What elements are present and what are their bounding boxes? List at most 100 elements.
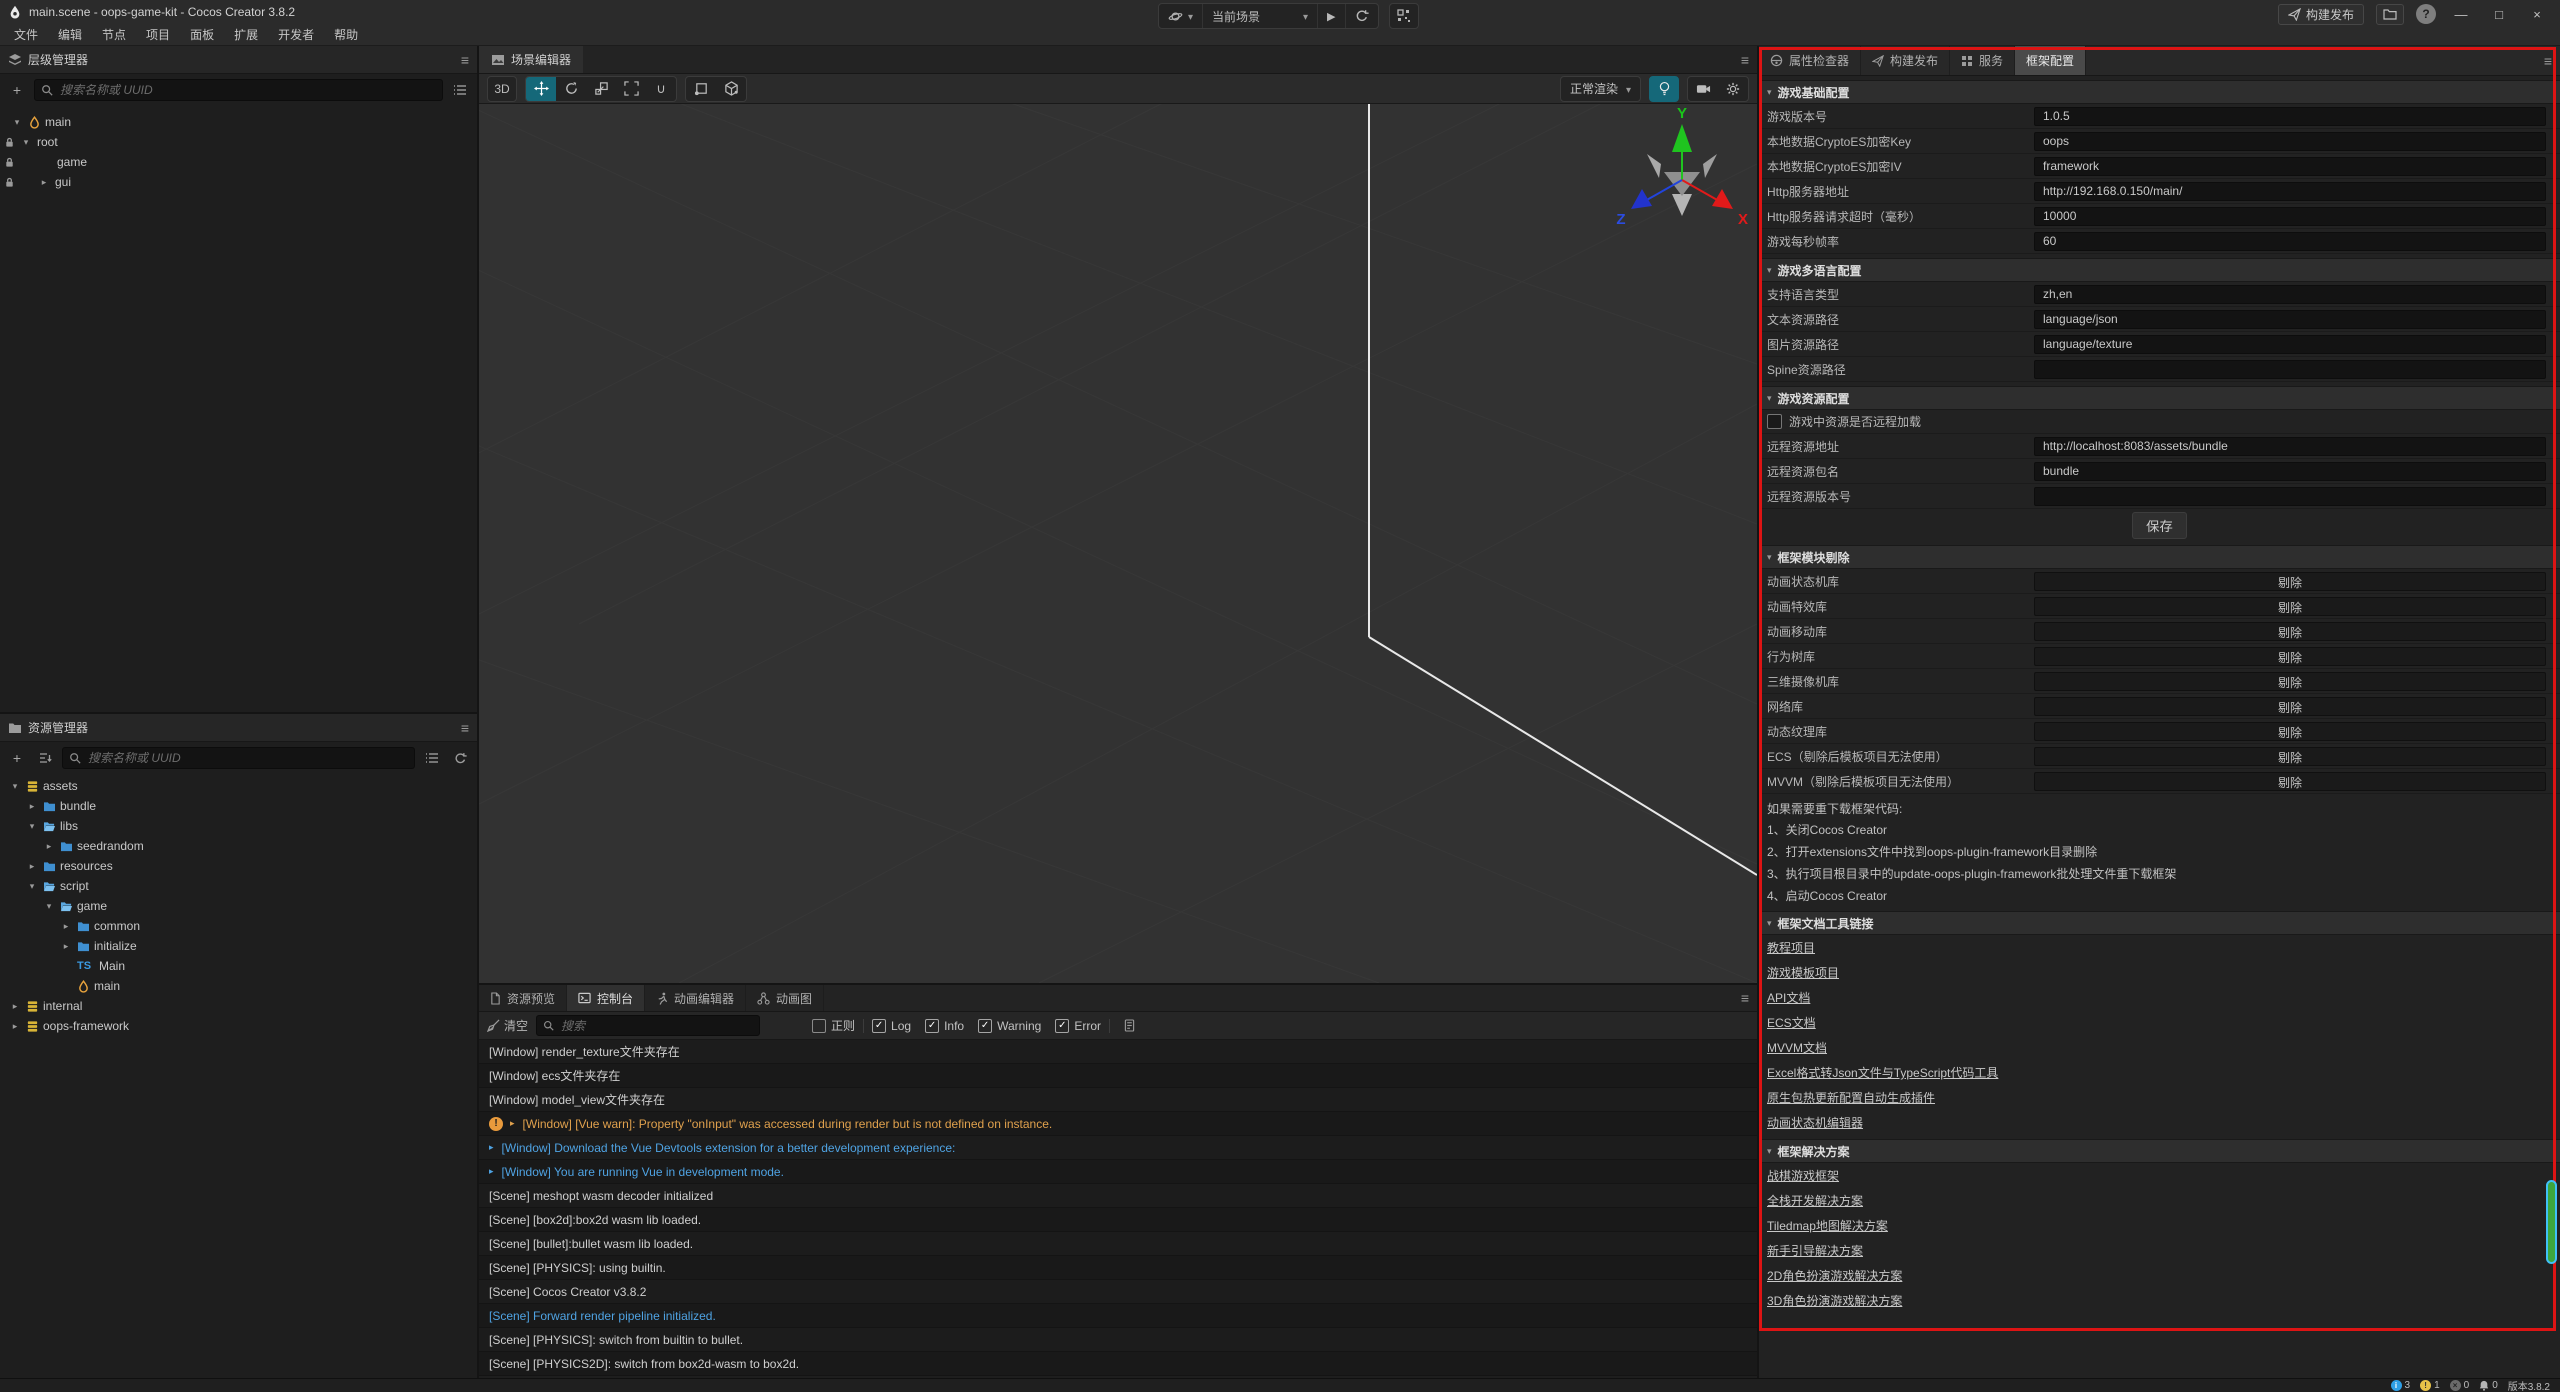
- status-warning[interactable]: ! 1: [2420, 1380, 2440, 1391]
- tab-animation-graph[interactable]: 动画图: [746, 985, 824, 1011]
- tree-node-game[interactable]: game: [0, 152, 477, 172]
- panel-menu-icon[interactable]: [461, 720, 469, 736]
- remove-module-button[interactable]: 剔除: [2034, 772, 2546, 791]
- chevron-right-icon[interactable]: [59, 921, 73, 932]
- asset-node-script[interactable]: script: [0, 876, 477, 896]
- section-solutions[interactable]: 框架解决方案: [1759, 1139, 2560, 1163]
- chevron-down-icon[interactable]: [10, 117, 24, 128]
- asset-node-oops-framework[interactable]: oops-framework: [0, 1016, 477, 1036]
- crypto-key-input[interactable]: [2034, 132, 2546, 151]
- tab-animation-editor[interactable]: 动画编辑器: [645, 985, 746, 1011]
- log-filter-checkbox[interactable]: Info: [925, 1019, 964, 1033]
- log-row[interactable]: [Window] ecs文件夹存在: [479, 1064, 1757, 1088]
- tree-node-root[interactable]: root: [0, 132, 477, 152]
- menu-item[interactable]: 扩展: [224, 24, 268, 46]
- inspector-scrollbar-thumb[interactable]: [2546, 1180, 2557, 1264]
- section-modules[interactable]: 框架模块剔除: [1759, 545, 2560, 569]
- panel-menu-icon[interactable]: [1741, 52, 1757, 68]
- log-row[interactable]: [Scene] [PHYSICS]: using builtin.: [479, 1256, 1757, 1280]
- solution-link[interactable]: Tiledmap地图解决方案: [1767, 1217, 1888, 1234]
- build-publish-button[interactable]: 构建发布: [2278, 4, 2364, 25]
- log-filter-checkbox[interactable]: Warning: [978, 1019, 1041, 1033]
- console-search-input[interactable]: [559, 1018, 753, 1034]
- status-notifications[interactable]: 0: [2479, 1380, 2498, 1391]
- solution-link[interactable]: 3D角色扮演游戏解决方案: [1767, 1292, 1902, 1309]
- doc-link[interactable]: 原生包热更新配置自动生成插件: [1767, 1089, 1935, 1106]
- chevron-right-icon[interactable]: [25, 801, 39, 812]
- asset-node-seedrandom[interactable]: seedrandom: [0, 836, 477, 856]
- chevron-right-icon[interactable]: [25, 861, 39, 872]
- section-game-basic[interactable]: 游戏基础配置: [1759, 80, 2560, 104]
- remove-module-button[interactable]: 剔除: [2034, 597, 2546, 616]
- chevron-right-icon[interactable]: [59, 941, 73, 952]
- http-timeout-input[interactable]: [2034, 207, 2546, 226]
- menu-item[interactable]: 项目: [136, 24, 180, 46]
- asset-node-bundle[interactable]: bundle: [0, 796, 477, 816]
- tab-console[interactable]: 控制台: [567, 985, 645, 1011]
- close-button[interactable]: ×: [2524, 7, 2550, 22]
- hierarchy-search-input[interactable]: [58, 82, 436, 98]
- doc-link[interactable]: ECS文档: [1767, 1014, 1816, 1031]
- gear-icon[interactable]: [1718, 77, 1748, 101]
- status-error[interactable]: × 0: [2450, 1380, 2470, 1391]
- asset-node-common[interactable]: common: [0, 916, 477, 936]
- 3d-2d-toggle[interactable]: 3D: [487, 76, 517, 102]
- log-row[interactable]: ! [Window] [Vue warn]: Property "onInput…: [479, 1112, 1757, 1136]
- solution-link[interactable]: 全栈开发解决方案: [1767, 1192, 1863, 1209]
- doc-link[interactable]: 游戏模板项目: [1767, 964, 1839, 981]
- asset-node-resources[interactable]: resources: [0, 856, 477, 876]
- rotate-tool-button[interactable]: [556, 77, 586, 101]
- filter-icon[interactable]: [449, 80, 471, 100]
- chevron-right-icon[interactable]: [8, 1021, 22, 1032]
- languages-input[interactable]: [2034, 285, 2546, 304]
- tab-asset-preview[interactable]: 资源预览: [479, 985, 567, 1011]
- regex-checkbox[interactable]: 正则: [812, 1017, 855, 1034]
- asset-node-assets[interactable]: assets: [0, 776, 477, 796]
- asset-node-initialize[interactable]: initialize: [0, 936, 477, 956]
- remove-module-button[interactable]: 剔除: [2034, 647, 2546, 666]
- camera-button[interactable]: [1688, 77, 1718, 101]
- filter-icon[interactable]: [421, 748, 443, 768]
- preview-on-device-button[interactable]: [1389, 3, 1419, 29]
- fps-input[interactable]: [2034, 232, 2546, 251]
- remote-version-input[interactable]: [2034, 487, 2546, 506]
- log-filter-checkbox[interactable]: Error: [1055, 1019, 1101, 1033]
- remove-module-button[interactable]: 剔除: [2034, 747, 2546, 766]
- spine-path-input[interactable]: [2034, 360, 2546, 379]
- solution-link[interactable]: 2D角色扮演游戏解决方案: [1767, 1267, 1902, 1284]
- refresh-icon[interactable]: [449, 748, 471, 768]
- asset-node-internal[interactable]: internal: [0, 996, 477, 1016]
- panel-menu-icon[interactable]: [1741, 990, 1757, 1006]
- chevron-down-icon[interactable]: [19, 137, 33, 148]
- open-log-file-icon[interactable]: [1118, 1016, 1140, 1036]
- tab-property-inspector[interactable]: 属性检查器: [1759, 46, 1861, 75]
- solution-link[interactable]: 新手引导解决方案: [1767, 1242, 1863, 1259]
- status-info[interactable]: i 3: [2391, 1380, 2411, 1391]
- clear-console-button[interactable]: 清空: [487, 1017, 528, 1034]
- log-row[interactable]: [Scene] [PHYSICS]: switch from builtin t…: [479, 1328, 1757, 1352]
- move-tool-button[interactable]: [526, 77, 556, 101]
- create-asset-button[interactable]: [6, 748, 28, 768]
- tab-build-publish[interactable]: 构建发布: [1861, 46, 1950, 75]
- preview-platform-select[interactable]: [1159, 4, 1203, 28]
- help-button[interactable]: ?: [2416, 4, 2436, 24]
- log-row[interactable]: [Scene] [box2d]:box2d wasm lib loaded.: [479, 1208, 1757, 1232]
- log-row[interactable]: [Scene] Forward render pipeline initiali…: [479, 1304, 1757, 1328]
- menu-item[interactable]: 开发者: [268, 24, 324, 46]
- expand-chevron-icon[interactable]: [510, 1118, 515, 1129]
- game-version-input[interactable]: [2034, 107, 2546, 126]
- chevron-down-icon[interactable]: [25, 881, 39, 892]
- doc-link[interactable]: 教程项目: [1767, 939, 1815, 956]
- chevron-down-icon[interactable]: [42, 901, 56, 912]
- tree-node-main[interactable]: main: [0, 112, 477, 132]
- texture-path-input[interactable]: [2034, 335, 2546, 354]
- doc-link[interactable]: MVVM文档: [1767, 1039, 1827, 1056]
- http-server-input[interactable]: [2034, 182, 2546, 201]
- lighting-toggle-button[interactable]: [1649, 76, 1679, 102]
- asset-node-Main[interactable]: TS Main: [0, 956, 477, 976]
- log-row[interactable]: [Window] You are running Vue in developm…: [479, 1160, 1757, 1184]
- doc-link[interactable]: API文档: [1767, 989, 1810, 1006]
- create-node-button[interactable]: [6, 80, 28, 100]
- section-i18n[interactable]: 游戏多语言配置: [1759, 258, 2560, 282]
- log-row[interactable]: [Scene] [PHYSICS2D]: switch from box2d-w…: [479, 1352, 1757, 1376]
